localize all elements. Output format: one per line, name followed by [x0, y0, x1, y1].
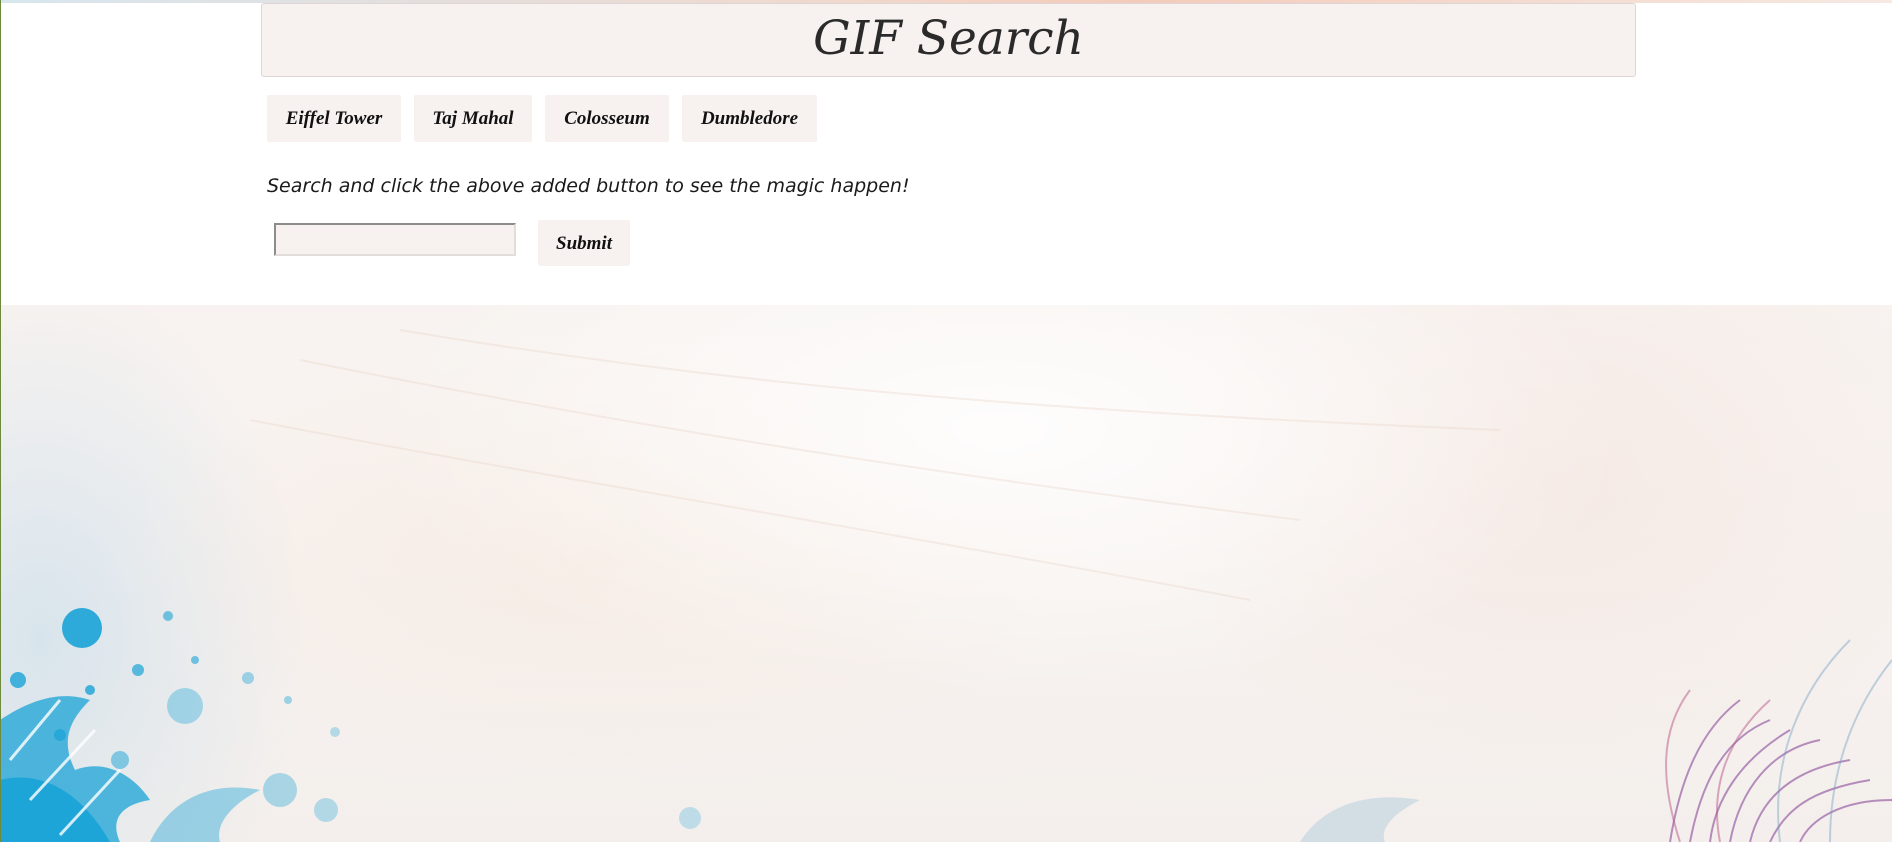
blue-wave [1300, 797, 1420, 842]
blue-splash [0, 608, 701, 842]
search-hint: Search and click the above added button … [267, 175, 910, 197]
left-edge-line [0, 0, 1, 842]
topic-button-eiffel-tower[interactable]: Eiffel Tower [267, 95, 401, 142]
page-title: GIF Search [813, 11, 1084, 66]
topic-button-colosseum[interactable]: Colosseum [545, 95, 669, 142]
topic-button-dumbledore[interactable]: Dumbledore [682, 95, 817, 142]
search-input[interactable] [274, 223, 516, 256]
topic-button-taj-mahal[interactable]: Taj Mahal [414, 95, 532, 142]
page-header: GIF Search [261, 3, 1636, 77]
submit-button[interactable]: Submit [538, 220, 630, 266]
